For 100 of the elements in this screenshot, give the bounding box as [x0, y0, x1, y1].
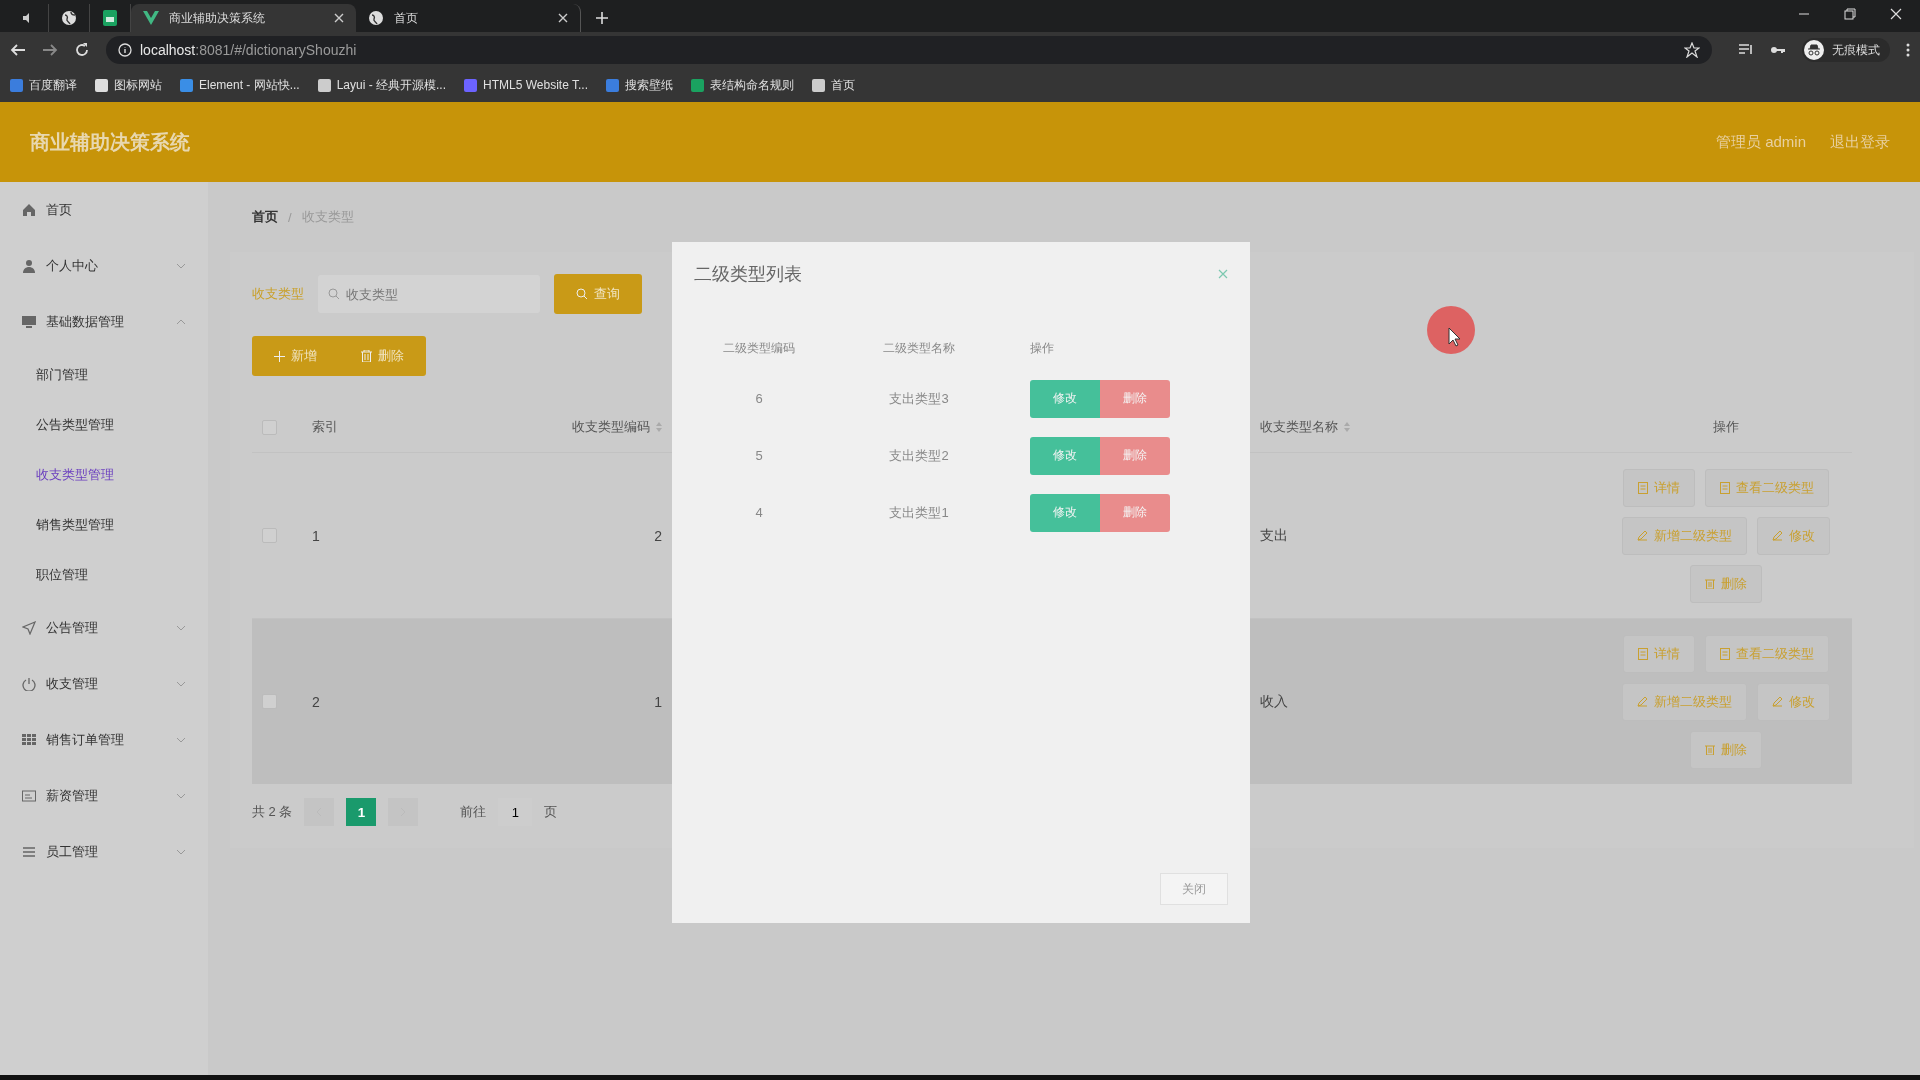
- forward-icon[interactable]: [42, 42, 58, 58]
- table-cell-text: 支出类型2: [888, 446, 950, 465]
- key-icon[interactable]: [1770, 44, 1786, 56]
- search-icon: [576, 288, 588, 300]
- chevron-icon: [176, 263, 186, 269]
- table-cell-text: 支出类型1: [888, 503, 950, 522]
- incognito-icon: [1804, 40, 1824, 60]
- sidebar-item[interactable]: 个人中心: [0, 238, 208, 294]
- menu-item-icon: [22, 203, 36, 217]
- plus-icon: [274, 350, 285, 362]
- restore-icon[interactable]: [1844, 8, 1856, 20]
- globe-icon: [368, 10, 384, 26]
- bookmark-icon: [464, 78, 478, 92]
- bookmark[interactable]: 搜索壁纸: [606, 76, 673, 94]
- new-tab-icon[interactable]: [595, 11, 609, 25]
- bookmark[interactable]: Element - 网站快...: [180, 76, 300, 94]
- v-logo-icon: [143, 11, 159, 25]
- sidebar-item[interactable]: 公告管理: [0, 600, 208, 656]
- menu-icon[interactable]: [1906, 43, 1910, 57]
- sidebar-subitem[interactable]: 公告类型管理: [0, 400, 208, 450]
- document-icon: [1720, 647, 1730, 660]
- bookmark[interactable]: 图标网站: [95, 76, 162, 94]
- menu-item-icon: [22, 621, 36, 635]
- close-icon[interactable]: [558, 13, 568, 23]
- dialog-title: 二级类型列表: [694, 263, 802, 286]
- back-icon[interactable]: [10, 42, 26, 58]
- bookmark-icon: [317, 78, 331, 92]
- document-icon: [1638, 481, 1648, 494]
- spreadsheet-icon: [103, 10, 117, 26]
- total-count: 共 2 条: [252, 803, 293, 821]
- bookmark[interactable]: Layui - 经典开源模...: [317, 76, 447, 94]
- bookmark[interactable]: 百度翻译: [10, 76, 77, 94]
- cursor-highlight-icon: [1427, 306, 1475, 354]
- reload-icon[interactable]: [74, 42, 90, 58]
- sidebar-subitem[interactable]: 销售类型管理: [0, 500, 208, 550]
- table-cell: 1: [654, 693, 662, 710]
- bookmark[interactable]: 表结构命名规则: [691, 76, 794, 94]
- table-cell: 2: [312, 693, 320, 710]
- menu-item-icon: [22, 733, 36, 747]
- table-cell-text: 5: [754, 448, 764, 463]
- info-icon: [118, 43, 132, 57]
- search-icon: [328, 288, 340, 300]
- playlist-icon[interactable]: [1738, 43, 1754, 57]
- menu-item-icon: [22, 259, 36, 273]
- sidebar-item[interactable]: 销售订单管理: [0, 712, 208, 768]
- column-header: 索引: [312, 418, 338, 436]
- address-bar[interactable]: localhost:8081/#/dictionaryShouzhi: [106, 36, 1712, 64]
- table-cell: 1: [312, 527, 320, 544]
- column-header[interactable]: 收支类型名称: [1260, 418, 1350, 436]
- sidebar-subitem[interactable]: 部门管理: [0, 350, 208, 400]
- sidebar-item[interactable]: 员工管理: [0, 824, 208, 880]
- url-text: localhost:8081/#/dictionaryShouzhi: [140, 42, 358, 58]
- table-cell-text: 6: [754, 391, 764, 406]
- close-icon[interactable]: [1890, 8, 1902, 20]
- bookmark-icon: [606, 78, 619, 92]
- breadcrumb-link[interactable]: 首页: [252, 208, 278, 226]
- bookmark[interactable]: HTML5 Website T...: [464, 78, 588, 92]
- bookmark-icon: [95, 78, 108, 92]
- user-name: 管理员 admin: [1715, 132, 1806, 152]
- sidebar-subitem[interactable]: 收支类型管理: [0, 450, 208, 500]
- column-header: 操作: [1713, 418, 1739, 436]
- sidebar-item[interactable]: 首页: [0, 182, 208, 238]
- chevron-icon: [176, 319, 186, 325]
- app-title: 商业辅助决策系统: [30, 129, 190, 155]
- menu-item-icon: [22, 315, 36, 329]
- star-icon[interactable]: [1684, 42, 1700, 58]
- bookmark-icon: [812, 78, 825, 92]
- search-label: 收支类型: [252, 285, 304, 303]
- sidebar-item[interactable]: 基础数据管理: [0, 294, 208, 350]
- bookmark-icon: [691, 78, 704, 92]
- chevron-icon: [176, 793, 186, 799]
- trash-icon: [1705, 578, 1715, 589]
- bookmark[interactable]: 首页: [812, 76, 855, 94]
- globe-icon: [61, 10, 77, 26]
- close-icon[interactable]: [334, 13, 344, 23]
- page-button[interactable]: 1: [346, 798, 377, 826]
- document-icon: [1720, 481, 1730, 494]
- column-header: 二级类型编码: [722, 339, 796, 357]
- trash-icon: [361, 350, 372, 362]
- sidebar-item[interactable]: 薪资管理: [0, 768, 208, 824]
- chevron-icon: [176, 625, 186, 631]
- document-icon: [1638, 647, 1648, 660]
- column-header[interactable]: 收支类型编码: [572, 418, 662, 436]
- browser-tab[interactable]: 商业辅助决策系统: [131, 4, 356, 32]
- profile-button[interactable]: 无痕模式: [1802, 38, 1890, 62]
- sidebar-subitem[interactable]: 职位管理: [0, 550, 208, 600]
- table-cell-text: 4: [754, 505, 764, 520]
- sidebar-item[interactable]: 收支管理: [0, 656, 208, 712]
- chevron-icon: [176, 737, 186, 743]
- search-field[interactable]: 收支类型: [318, 275, 540, 313]
- menu-item-icon: [22, 789, 36, 803]
- trash-icon: [1705, 744, 1715, 755]
- bookmark-icon: [10, 78, 23, 92]
- table-cell-text: 支出类型3: [888, 389, 950, 408]
- table-cell: 支出: [1260, 526, 1288, 545]
- page-suffix: 页: [544, 803, 558, 821]
- bookmark-icon: [180, 78, 193, 92]
- menu-item-icon: [22, 845, 36, 859]
- pencil-icon: [1772, 530, 1783, 541]
- breadcrumb-separator: /: [288, 209, 292, 225]
